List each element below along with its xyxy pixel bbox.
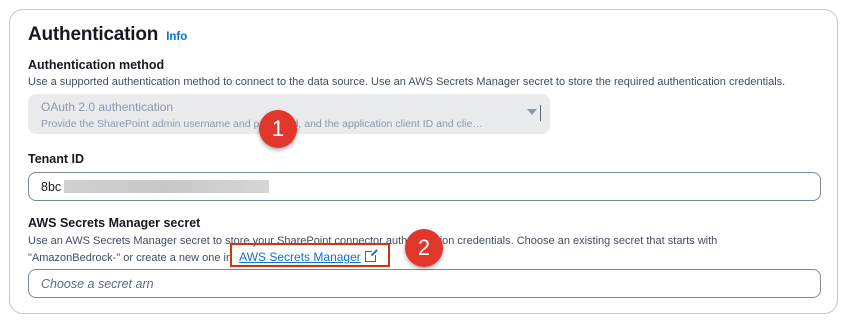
info-link[interactable]: Info bbox=[166, 31, 187, 43]
callout-badge-1: 1 bbox=[259, 110, 297, 148]
auth-method-description: Use a supported authentication method to… bbox=[28, 76, 786, 88]
redacted-tenant-id bbox=[64, 180, 270, 193]
authentication-panel: Authentication Info Authentication metho… bbox=[9, 9, 838, 314]
callout-badge-2: 2 bbox=[405, 229, 443, 267]
link-highlight-box bbox=[230, 243, 390, 267]
secret-label: AWS Secrets Manager secret bbox=[28, 216, 201, 230]
tenant-id-value: 8bc bbox=[41, 179, 62, 194]
secret-description-prefix: "AmazonBedrock-" or create a new one in bbox=[28, 252, 233, 264]
text-cursor bbox=[540, 105, 541, 121]
caret-down-icon bbox=[527, 109, 537, 115]
auth-method-selected-value: OAuth 2.0 authentication bbox=[41, 100, 174, 114]
tenant-id-input[interactable]: 8bc bbox=[28, 172, 821, 201]
secret-arn-select[interactable]: Choose a secret arn bbox=[28, 269, 821, 298]
section-header: Authentication Info bbox=[28, 24, 187, 46]
tenant-id-label: Tenant ID bbox=[28, 152, 85, 166]
auth-method-label: Authentication method bbox=[28, 58, 165, 72]
secret-arn-placeholder: Choose a secret arn bbox=[41, 276, 154, 291]
section-title: Authentication bbox=[28, 24, 159, 45]
